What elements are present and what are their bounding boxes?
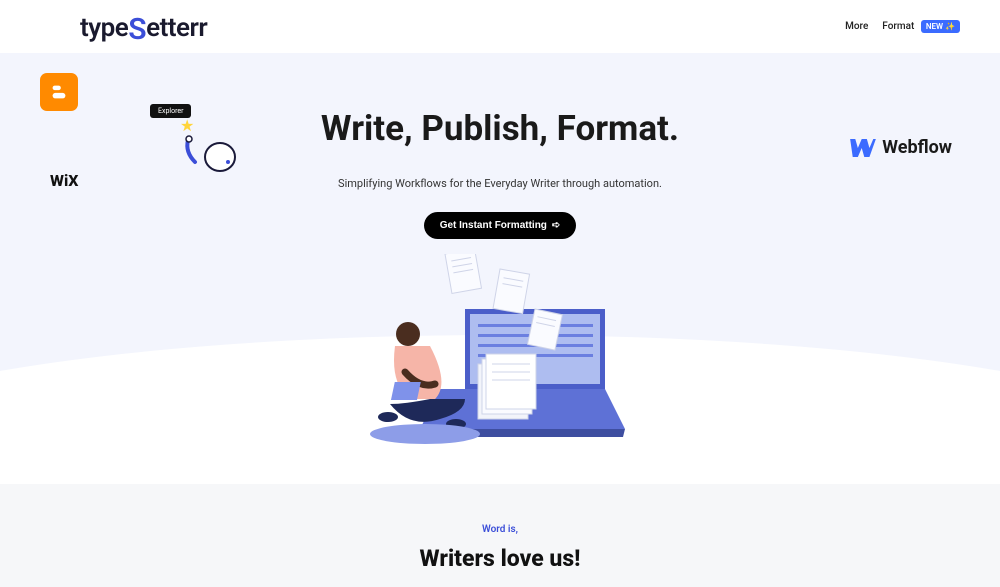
logo-text-suffix: etterr [146,13,207,43]
hero-title: Write, Publish, Format. [40,108,960,149]
testimonial-heading: Writers love us! [0,545,1000,572]
cta-button-label: Get Instant Formatting [440,220,547,231]
hero-illustration [370,254,630,454]
site-header: typeSetterr More Format NEW ✨ [0,0,1000,53]
laptop-writer-illustration [370,254,630,454]
top-nav: More Format NEW ✨ [845,21,960,32]
testimonial-eyebrow: Word is, [0,524,1000,535]
nav-format-badge: NEW ✨ [921,20,960,33]
nav-more[interactable]: More [845,21,868,32]
nav-format[interactable]: Format NEW ✨ [882,21,960,32]
logo-text-s: S [128,12,146,47]
nav-format-label: Format [882,21,914,32]
hero-section: WiX Webflow Explorer ★ Write, Publish, F… [0,53,1000,454]
brand-logo[interactable]: typeSetterr [80,9,207,44]
cta-button[interactable]: Get Instant Formatting ➪ [424,212,577,239]
spacer [0,454,1000,484]
logo-text-prefix: type [80,13,128,43]
testimonial-section: Word is, Writers love us! [0,484,1000,587]
hero-content: Write, Publish, Format. Simplifying Work… [0,83,1000,454]
arrow-right-icon: ➪ [552,220,560,231]
hero-subtitle: Simplifying Workflows for the Everyday W… [40,177,960,190]
